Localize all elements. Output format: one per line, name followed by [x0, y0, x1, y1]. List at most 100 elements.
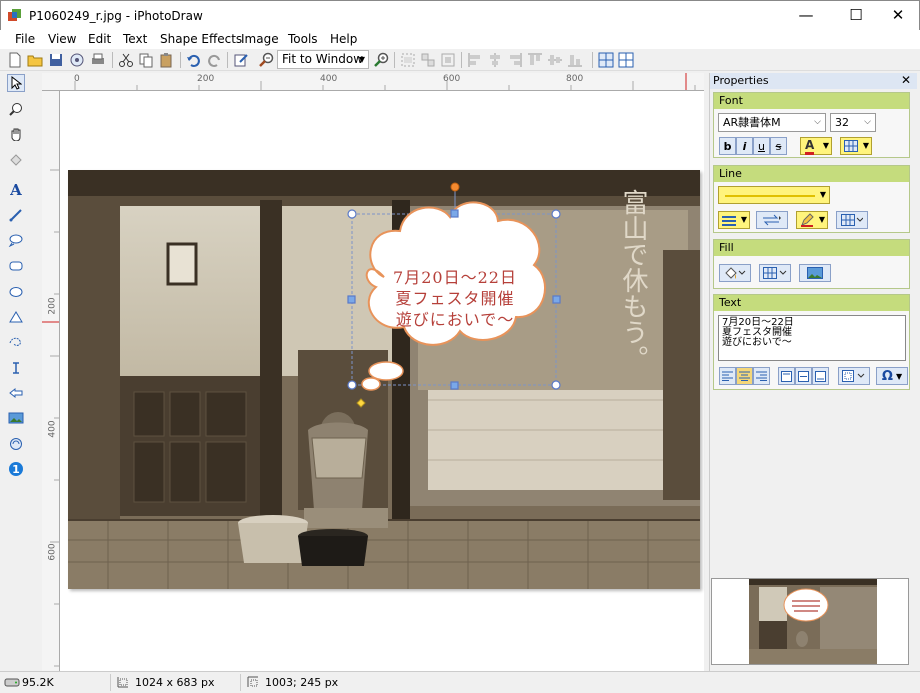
text-align-right-button[interactable]: [753, 367, 770, 385]
arrow-style-button[interactable]: [756, 211, 788, 229]
menu-view[interactable]: View: [48, 32, 76, 46]
fill-image-button[interactable]: [799, 264, 831, 282]
scan-icon[interactable]: [69, 52, 85, 68]
menu-tools[interactable]: Tools: [288, 32, 318, 46]
menu-file[interactable]: File: [15, 32, 35, 46]
stamp-tool[interactable]: [7, 435, 25, 453]
align-right-icon[interactable]: [507, 52, 523, 68]
text-valign-top-button[interactable]: [778, 367, 795, 385]
picture-icon: [8, 412, 24, 424]
horizontal-ruler[interactable]: 0 200 400 600 800: [42, 73, 704, 91]
grid-icon[interactable]: [598, 52, 614, 68]
navigator-preview[interactable]: [711, 578, 909, 665]
text-align-center-button[interactable]: [736, 367, 753, 385]
grid-pattern-icon: [841, 214, 863, 226]
zoom-in-icon[interactable]: [373, 52, 389, 68]
line-style-select[interactable]: ▼: [718, 186, 830, 204]
rect-tool[interactable]: [7, 257, 25, 275]
cursor-arrow-icon: [11, 76, 22, 90]
chevron-down-icon: ▼: [358, 55, 365, 64]
align-bottom-icon[interactable]: [567, 52, 583, 68]
save-icon[interactable]: [48, 52, 64, 68]
text-align-left-button[interactable]: [719, 367, 736, 385]
cut-icon[interactable]: [118, 52, 134, 68]
image-tool[interactable]: [7, 409, 25, 427]
strikethrough-button[interactable]: s: [770, 137, 787, 155]
menu-bar: File View Edit Text Shape Effects Image …: [0, 30, 920, 49]
align-left-icon[interactable]: [467, 52, 483, 68]
menu-shape-effects[interactable]: Shape Effects: [160, 32, 242, 46]
line-color-button[interactable]: ▼: [796, 211, 828, 229]
snap-grid-icon[interactable]: [618, 52, 634, 68]
pan-tool[interactable]: [7, 125, 25, 143]
align-top-icon[interactable]: [527, 52, 543, 68]
text-tool[interactable]: A: [7, 181, 25, 199]
panel-close-icon[interactable]: ✕: [901, 73, 911, 88]
status-bar: 95.2K 1024 x 683 px 1003; 245 px: [0, 671, 920, 693]
ellipse-tool[interactable]: [7, 283, 25, 301]
align-center-icon[interactable]: [487, 52, 503, 68]
arrow-shape-tool[interactable]: [7, 384, 25, 402]
zoom-select[interactable]: Fit to Window ▼: [277, 50, 369, 69]
open-folder-icon[interactable]: [27, 52, 43, 68]
line-pattern-button[interactable]: [836, 211, 868, 229]
italic-button[interactable]: i: [736, 137, 753, 155]
maximize-button[interactable]: ☐: [833, 1, 879, 31]
group-icon[interactable]: [400, 52, 416, 68]
text-margin-button[interactable]: [838, 367, 870, 385]
font-size-select[interactable]: 32 ⌵: [830, 113, 876, 132]
line-weight-button[interactable]: ▼: [718, 211, 750, 229]
ruler-label: 800: [566, 74, 584, 84]
fill-color-button[interactable]: [719, 264, 751, 282]
menu-text[interactable]: Text: [123, 32, 147, 46]
ruler-ticks: [42, 169, 59, 667]
close-button[interactable]: ✕: [875, 1, 920, 31]
minimize-button[interactable]: —: [783, 1, 829, 31]
redo-icon[interactable]: [206, 52, 222, 68]
text-content-field[interactable]: 7月20日～22日 夏フェスタ開催 遊びにおいで～: [718, 315, 906, 361]
vertical-ruler[interactable]: 200 400 600: [42, 91, 60, 671]
arrange-icon[interactable]: [440, 52, 456, 68]
font-color-button[interactable]: A ▼: [800, 137, 832, 155]
zoom-tool[interactable]: [7, 100, 25, 118]
underline-button[interactable]: u: [753, 137, 770, 155]
line-tool[interactable]: [7, 206, 25, 224]
print-icon[interactable]: [90, 52, 106, 68]
callout-line: 夏フェスタ開催: [395, 289, 515, 308]
stamp-icon: [10, 438, 22, 450]
bold-button[interactable]: b: [719, 137, 736, 155]
number-tool[interactable]: 1: [7, 460, 25, 478]
freeform-tool[interactable]: [7, 333, 25, 351]
font-name-select[interactable]: AR隷書体M ⌵: [718, 113, 826, 132]
callout-tool[interactable]: [7, 231, 25, 249]
select-tool[interactable]: [7, 74, 25, 92]
text-group-header: Text: [714, 295, 909, 311]
ellipse-icon: [9, 287, 23, 297]
menu-image[interactable]: Image: [241, 32, 279, 46]
edit-icon[interactable]: [233, 52, 249, 68]
align-middle-icon[interactable]: [547, 52, 563, 68]
menu-edit[interactable]: Edit: [88, 32, 111, 46]
menu-help[interactable]: Help: [330, 32, 357, 46]
zoom-out-icon[interactable]: [258, 52, 274, 68]
new-file-icon[interactable]: [7, 52, 23, 68]
special-char-button[interactable]: Ω ▼: [876, 367, 908, 385]
maximize-icon: ☐: [849, 6, 863, 24]
font-fill-button[interactable]: ▼: [840, 137, 872, 155]
ungroup-icon[interactable]: [420, 52, 436, 68]
drawing-canvas[interactable]: 富山で休もう。 7月20日～22日 夏フェスタ開催 遊びにおいで～: [60, 91, 704, 671]
undo-icon[interactable]: [186, 52, 202, 68]
cursor-position-icon: [247, 676, 258, 687]
copy-icon[interactable]: [138, 52, 154, 68]
font-size-value: 32: [835, 116, 849, 129]
text-valign-bottom-button[interactable]: [812, 367, 829, 385]
zoom-value: Fit to Window: [282, 52, 364, 66]
fill-tool[interactable]: [7, 150, 25, 168]
fill-pattern-button[interactable]: [759, 264, 791, 282]
text-valign-middle-button[interactable]: [795, 367, 812, 385]
paste-icon[interactable]: [158, 52, 174, 68]
triangle-tool[interactable]: [7, 308, 25, 326]
line-preview: [725, 195, 815, 197]
text-path-tool[interactable]: [7, 359, 25, 377]
callout-line: 遊びにおいで～: [395, 310, 515, 329]
